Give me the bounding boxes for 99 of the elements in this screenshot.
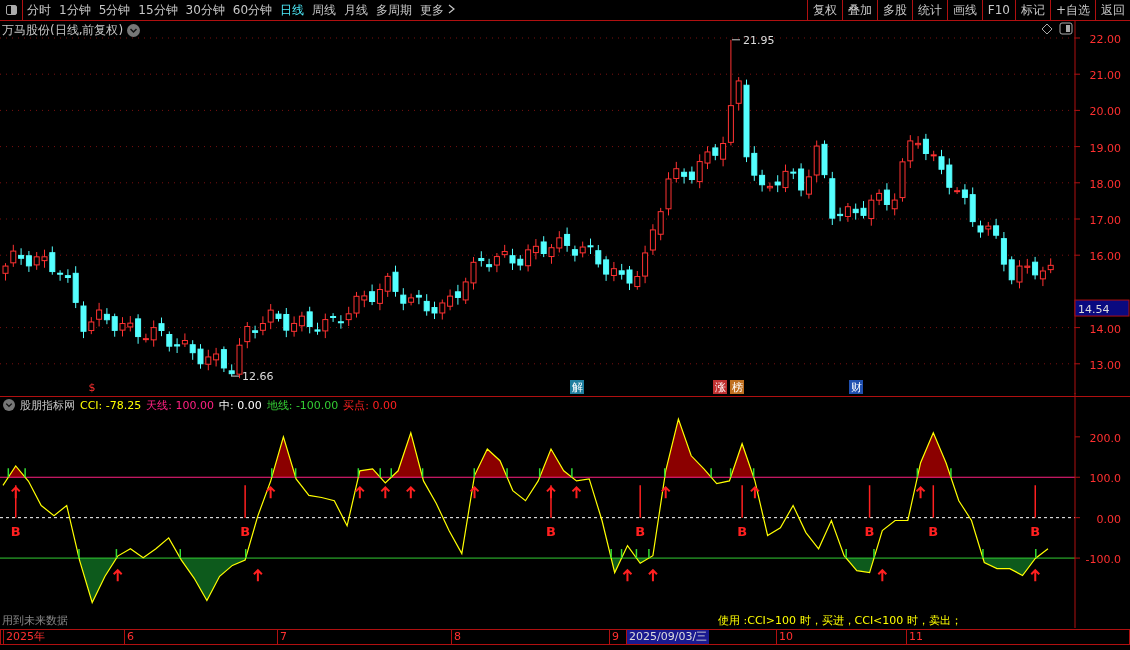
period-tab[interactable]: 分时 [23,0,55,20]
date-axis-label: 11 [906,630,925,644]
up-arrow-icon [469,485,480,500]
date-axis-label: 8 [451,630,463,644]
legend-value: 中: 0.00 [219,397,262,413]
high-price-label: 21.95 [743,33,775,47]
legend-value: CCI: -78.25 [80,398,142,412]
date-axis-label: 9 [609,630,621,644]
up-arrow-icon [622,568,633,583]
up-arrow-icon [915,485,926,500]
future-data-note: 用到未来数据 [2,613,68,628]
up-arrow-icon [405,485,416,500]
up-arrow-icon [10,485,21,500]
price-axis-label: 13.00 [1089,358,1121,372]
price-axis-label: 20.00 [1089,105,1121,119]
period-tab[interactable]: 月线 [340,0,373,20]
buy-marker: B [864,523,875,539]
usage-text: 使用 :CCI>100 时，买进，CCI<100 时，卖出； [718,613,962,628]
up-arrow-icon [354,485,365,500]
price-axis-label: 14.00 [1089,322,1121,336]
price-axis-label: 19.00 [1089,141,1121,155]
legend-value: 买点: 0.00 [343,397,398,413]
date-axis-label: 6 [124,630,136,644]
leader-line [731,39,741,41]
last-price-badge [1074,299,1130,317]
diamond-icon[interactable] [1041,23,1053,35]
signal-line [639,484,641,519]
toolbar-button[interactable]: +自选 [1049,0,1095,20]
up-arrow-icon [571,485,582,500]
date-axis-label: 2025年 [3,630,47,644]
price-axis-label: 18.00 [1089,177,1121,191]
up-arrow-icon [1030,568,1041,583]
legend-value: 地线: -100.00 [266,397,339,413]
signal-line [932,484,935,519]
buy-marker: B [737,523,748,539]
event-marker[interactable]: 榜 [731,381,743,394]
event-marker[interactable]: 解 [571,381,583,394]
signal-line [741,484,743,519]
up-arrow-icon [877,568,888,583]
date-axis-label: 7 [277,630,289,644]
panel-toggle-icon[interactable] [1059,22,1073,35]
up-arrow-icon [749,485,760,500]
date-axis-label: 2025/09/03/三 [626,630,710,644]
low-price-label: 12.66 [242,370,274,384]
period-tab[interactable]: 周线 [308,0,341,20]
period-tab[interactable]: 多周期 [372,0,417,20]
toolbar-button[interactable]: 统计 [911,0,947,20]
cci-axis-label: 0.00 [1096,512,1121,526]
toolbar-button[interactable]: 画线 [946,0,982,20]
price-axis-label: 21.00 [1089,69,1121,83]
event-marker[interactable]: $ [88,381,96,394]
signal-line [244,484,246,519]
buy-marker: B [240,523,251,539]
signal-line [15,484,17,519]
up-arrow-icon [380,485,391,500]
signal-line [868,484,871,519]
cci-axis-label: 200.0 [1089,431,1121,445]
price-axis-label: 22.00 [1089,33,1121,46]
last-price: 14.54 [1078,303,1110,317]
up-arrow-icon [546,485,556,500]
toolbar-button[interactable]: 标记 [1014,0,1050,20]
cci-axis-label: 100.0 [1089,472,1121,486]
cci-axis-label: -100.0 [1085,553,1121,567]
price-axis-label: 16.00 [1089,250,1121,264]
event-marker[interactable]: 涨 [714,381,726,394]
up-arrow-icon [265,485,276,500]
period-tab[interactable]: 1分钟 [55,0,95,20]
buy-marker: B [928,523,939,539]
period-tab[interactable]: 日线 [276,0,309,20]
buy-marker: B [635,523,646,539]
up-arrow-icon [252,568,263,583]
signal-line [550,484,552,519]
toolbar-button[interactable]: 复权 [806,0,842,20]
toolbar-button[interactable]: F10 [981,0,1015,20]
period-tab[interactable]: 15分钟 [134,0,182,20]
signal-line [1034,484,1036,519]
buy-marker: B [1030,523,1041,539]
period-tab[interactable]: 60分钟 [228,0,277,20]
period-tab[interactable]: 更多 [416,0,460,20]
event-marker[interactable]: 财 [850,381,862,394]
indicator-name: 股朋指标网 [20,397,75,413]
leader-line [230,375,240,377]
legend-value: 天线: 100.00 [146,397,214,413]
up-arrow-icon [660,485,671,500]
toolbar-button[interactable]: 多股 [876,0,912,20]
stock-title: 万马股份(日线,前复权) [2,22,124,39]
dropdown-icon[interactable] [3,399,15,411]
toolbar-button[interactable]: 返回 [1095,0,1130,20]
period-tab[interactable]: 5分钟 [94,0,135,20]
period-tab[interactable]: 30分钟 [181,0,229,20]
dropdown-icon[interactable] [127,24,141,37]
toolbar-button[interactable]: 叠加 [841,0,877,20]
date-axis-label: 10 [776,630,795,644]
buy-marker: B [546,523,556,539]
up-arrow-icon [112,568,123,583]
price-axis-label: 17.00 [1089,214,1121,227]
chevron-right-icon [448,3,456,14]
buy-marker: B [10,523,21,539]
up-arrow-icon [647,568,658,583]
